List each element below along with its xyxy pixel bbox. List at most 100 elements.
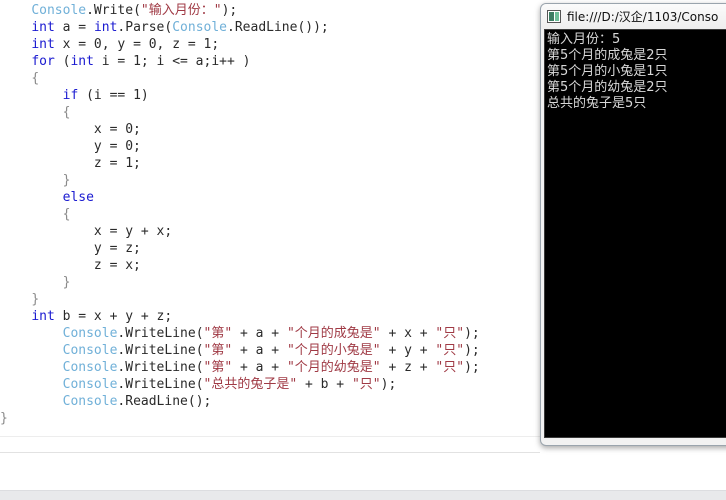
code-token-cls: Console <box>62 326 118 341</box>
code-token-str: "只" <box>435 326 465 341</box>
code-token-plain: y = z; <box>93 241 141 256</box>
code-line: for (int i = 1; i <= a;i++ ) <box>0 53 540 70</box>
code-line: Console.ReadLine(); <box>0 393 540 410</box>
code-token-kw: int <box>93 20 118 35</box>
code-line: else <box>0 189 540 206</box>
code-token-plain: ); <box>221 3 238 18</box>
code-token-brace: } <box>62 173 71 188</box>
code-token-brace: { <box>62 105 71 120</box>
code-token-brace: } <box>31 292 40 307</box>
code-token-plain: b = x + y + z; <box>54 309 173 324</box>
code-editor[interactable]: Console.Write("输入月份："); int a = int.Pars… <box>0 0 540 455</box>
code-line: } <box>0 172 540 189</box>
code-line: Console.Write("输入月份："); <box>0 2 540 19</box>
code-token-kw: int <box>31 37 55 52</box>
code-line: } <box>0 274 540 291</box>
editor-divider-lower <box>0 452 540 453</box>
console-titlebar[interactable]: file:///D:/汉企/1103/Conso <box>541 4 726 29</box>
code-token-plain: + a + <box>232 326 287 341</box>
code-token-plain: (i == 1) <box>78 88 149 103</box>
console-output-area[interactable]: 输入月份：5 第5个月的成兔是2只 第5个月的小兔是1只 第5个月的幼兔是2只 总共的兔… <box>544 29 726 438</box>
code-token-plain: .ReadLine()); <box>227 20 329 35</box>
code-token-plain: y = 0; <box>93 139 141 154</box>
code-line: y = z; <box>0 240 540 257</box>
code-token-plain: ); <box>464 326 480 341</box>
code-token-plain: ); <box>464 360 480 375</box>
code-token-plain: .Parse( <box>117 20 173 35</box>
code-token-plain: z = x; <box>93 258 141 273</box>
code-token-plain: .WriteLine( <box>117 377 204 392</box>
code-token-plain: .WriteLine( <box>117 326 204 341</box>
code-token-plain: ( <box>54 54 71 69</box>
bottom-status-strip <box>0 490 726 500</box>
code-token-brace: } <box>62 275 71 290</box>
code-token-cls: Console <box>62 377 118 392</box>
code-token-cls: Console <box>62 360 118 375</box>
code-line: Console.WriteLine("第" + a + "个月的幼兔是" + z… <box>0 359 540 376</box>
code-token-kw: for <box>31 54 55 69</box>
code-token-str: "第" <box>203 343 233 358</box>
code-line: y = 0; <box>0 138 540 155</box>
code-line: } <box>0 291 540 308</box>
code-line: z = 1; <box>0 155 540 172</box>
code-token-plain: .WriteLine( <box>117 343 204 358</box>
code-token-plain: z = 1; <box>93 156 141 171</box>
code-line: } <box>0 410 540 427</box>
code-token-str: "个月的成兔是" <box>286 326 381 341</box>
console-window-title: file:///D:/汉企/1103/Conso <box>567 10 719 24</box>
console-output-line: 第5个月的幼兔是2只 <box>547 80 668 95</box>
code-token-plain: i = 1; i <= a;i++ ) <box>93 54 251 69</box>
code-token-kw: int <box>70 54 94 69</box>
code-token-cls: Console <box>172 20 228 35</box>
code-token-str: "个月的小兔是" <box>286 343 381 358</box>
code-token-plain: + a + <box>232 360 287 375</box>
code-token-plain: ); <box>464 343 480 358</box>
console-output-line: 输入月份：5 <box>547 32 621 47</box>
code-token-kw: int <box>31 20 55 35</box>
code-token-str: "第" <box>203 360 233 375</box>
editor-divider-upper <box>0 436 540 437</box>
code-line: if (i == 1) <box>0 87 540 104</box>
code-line: x = y + x; <box>0 223 540 240</box>
code-token-cls: Console <box>62 343 118 358</box>
code-token-str: "第" <box>203 326 233 341</box>
code-token-plain: + x + <box>380 326 436 341</box>
code-line-list: Console.Write("输入月份："); int a = int.Pars… <box>0 2 540 427</box>
console-output-line: 总共的兔子是5只 <box>547 96 647 111</box>
code-token-plain: + a + <box>232 343 287 358</box>
code-token-plain: x = 0, y = 0, z = 1; <box>54 37 220 52</box>
code-line: int b = x + y + z; <box>0 308 540 325</box>
code-token-plain: .Write( <box>86 3 141 18</box>
code-token-str: "只" <box>435 360 465 375</box>
console-window[interactable]: file:///D:/汉企/1103/Conso 输入月份：5 第5个月的成兔是2… <box>540 3 726 446</box>
screen-root: Console.Write("输入月份："); int a = int.Pars… <box>0 0 726 500</box>
code-token-plain: + y + <box>380 343 436 358</box>
console-output-line-list: 输入月份：5 第5个月的成兔是2只 第5个月的小兔是1只 第5个月的幼兔是2只 总共的兔… <box>547 32 726 112</box>
code-line: Console.WriteLine("总共的兔子是" + b + "只"); <box>0 376 540 393</box>
code-token-kw: int <box>31 309 55 324</box>
code-token-plain: x = y + x; <box>93 224 173 239</box>
code-line: { <box>0 70 540 87</box>
code-token-brace: { <box>62 207 71 222</box>
code-token-plain: + b + <box>297 377 352 392</box>
code-line: { <box>0 206 540 223</box>
code-token-plain: ); <box>380 377 397 392</box>
code-line: x = 0; <box>0 121 540 138</box>
